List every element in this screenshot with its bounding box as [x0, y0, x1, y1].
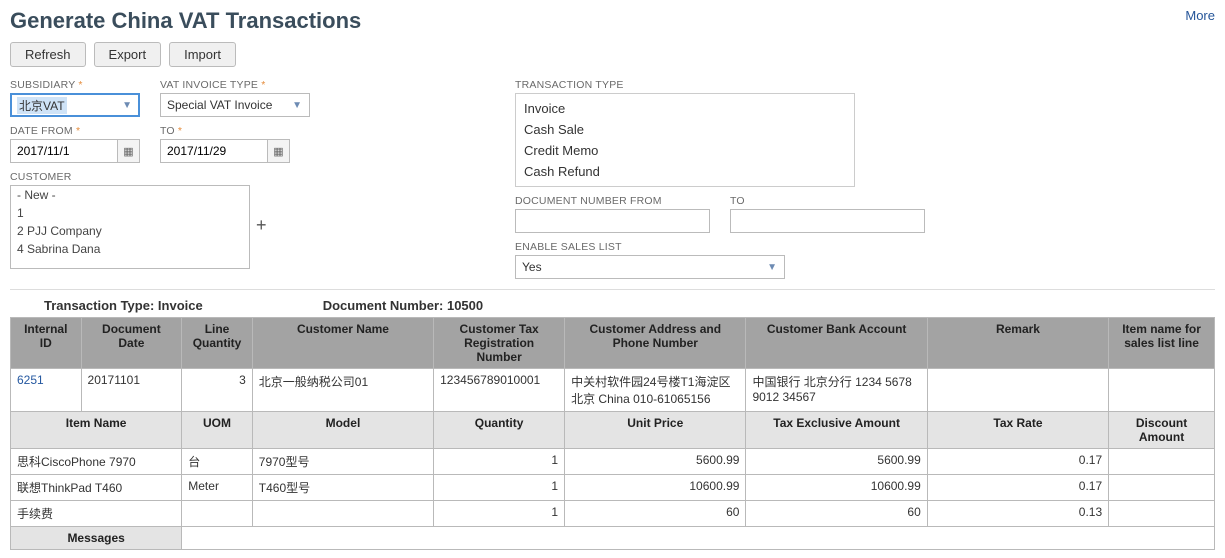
enable-sales-select[interactable]: Yes ▼	[515, 255, 785, 279]
chevron-down-icon: ▼	[119, 100, 135, 111]
subsidiary-select[interactable]: 北京VAT ▼	[10, 93, 140, 117]
plus-icon[interactable]: +	[256, 215, 267, 269]
cell-model: T460型号	[252, 475, 433, 501]
transactions-table: Internal ID Document Date Line Quantity …	[10, 317, 1215, 550]
date-to-label: TO	[160, 125, 290, 137]
cell-excl: 10600.99	[746, 475, 927, 501]
meta-tx-type-label: Transaction Type:	[44, 298, 154, 313]
cell-cust-bank: 中国银行 北京分行 1234 5678 9012 34567	[746, 369, 927, 412]
chevron-down-icon: ▼	[289, 100, 305, 111]
meta-doc-num-label: Document Number:	[323, 298, 444, 313]
cell-item-sales	[1109, 369, 1215, 412]
th-model: Model	[252, 412, 433, 449]
customer-label: CUSTOMER	[10, 171, 267, 183]
th-quantity: Quantity	[434, 412, 565, 449]
refresh-button[interactable]: Refresh	[10, 42, 86, 67]
item-row: 思科CiscoPhone 7970 台 7970型号 1 5600.99 560…	[11, 449, 1215, 475]
list-item[interactable]: Cash Refund	[516, 161, 854, 182]
th-doc-date: Document Date	[81, 318, 182, 369]
cell-messages	[182, 527, 1215, 550]
list-item[interactable]: Credit Memo	[516, 140, 854, 161]
cell-price: 5600.99	[565, 449, 746, 475]
cell-item-name: 思科CiscoPhone 7970	[11, 449, 182, 475]
transaction-type-label: TRANSACTION TYPE	[515, 79, 1215, 91]
import-button[interactable]: Import	[169, 42, 236, 67]
th-cust-name: Customer Name	[252, 318, 433, 369]
meta-row: Transaction Type: Invoice Document Numbe…	[10, 296, 1215, 317]
cell-disc	[1109, 475, 1215, 501]
date-from-label: DATE FROM	[10, 125, 140, 137]
cell-doc-date: 20171101	[81, 369, 182, 412]
export-button[interactable]: Export	[94, 42, 162, 67]
cell-disc	[1109, 449, 1215, 475]
cell-price: 10600.99	[565, 475, 746, 501]
th-line-qty: Line Quantity	[182, 318, 253, 369]
list-item[interactable]: 2 PJJ Company	[11, 222, 249, 240]
item-row: 联想ThinkPad T460 Meter T460型号 1 10600.99 …	[11, 475, 1215, 501]
cell-uom: 台	[182, 449, 253, 475]
more-link[interactable]: More	[1185, 8, 1215, 23]
vat-invoice-type-label: VAT INVOICE TYPE	[160, 79, 310, 91]
vat-invoice-type-value: Special VAT Invoice	[167, 98, 272, 112]
th-item-name: Item Name	[11, 412, 182, 449]
th-tax-excl: Tax Exclusive Amount	[746, 412, 927, 449]
subsidiary-value: 北京VAT	[17, 97, 67, 114]
cell-excl: 5600.99	[746, 449, 927, 475]
th-cust-bank: Customer Bank Account	[746, 318, 927, 369]
cell-uom: Meter	[182, 475, 253, 501]
list-item[interactable]: Invoice	[516, 98, 854, 119]
cell-remark	[927, 369, 1108, 412]
internal-id-link[interactable]: 6251	[17, 373, 44, 387]
cell-cust-addr: 中关村软件园24号楼T1海淀区北京 China 010-61065156	[565, 369, 746, 412]
list-item[interactable]: 4 Sabrina Dana	[11, 240, 249, 258]
cell-item-name: 联想ThinkPad T460	[11, 475, 182, 501]
cell-model: 7970型号	[252, 449, 433, 475]
meta-tx-type-value: Invoice	[158, 298, 203, 313]
enable-sales-value: Yes	[522, 260, 542, 274]
cell-cust-name: 北京一般纳税公司01	[252, 369, 433, 412]
customer-listbox[interactable]: - New - 1 2 PJJ Company 4 Sabrina Dana	[10, 185, 250, 269]
date-to-input[interactable]	[160, 139, 268, 163]
th-cust-tax: Customer Tax Registration Number	[434, 318, 565, 369]
chevron-down-icon: ▼	[764, 262, 780, 273]
vat-invoice-type-select[interactable]: Special VAT Invoice ▼	[160, 93, 310, 117]
doc-to-label: TO	[730, 195, 925, 207]
th-uom: UOM	[182, 412, 253, 449]
doc-from-label: DOCUMENT NUMBER FROM	[515, 195, 710, 207]
cell-qty: 1	[434, 475, 565, 501]
page-title: Generate China VAT Transactions	[10, 8, 361, 34]
th-internal-id: Internal ID	[11, 318, 82, 369]
calendar-icon[interactable]: ▦	[268, 139, 290, 163]
th-discount: Discount Amount	[1109, 412, 1215, 449]
doc-from-input[interactable]	[515, 209, 710, 233]
th-tax-rate: Tax Rate	[927, 412, 1108, 449]
cell-qty: 1	[434, 449, 565, 475]
calendar-icon[interactable]: ▦	[118, 139, 140, 163]
cell-cust-tax: 123456789010001	[434, 369, 565, 412]
th-messages: Messages	[11, 527, 182, 550]
th-remark: Remark	[927, 318, 1108, 369]
list-item[interactable]: - New -	[11, 186, 249, 204]
date-from-input[interactable]	[10, 139, 118, 163]
transaction-type-listbox[interactable]: Invoice Cash Sale Credit Memo Cash Refun…	[515, 93, 855, 187]
doc-to-input[interactable]	[730, 209, 925, 233]
cell-rate: 0.17	[927, 449, 1108, 475]
th-cust-addr: Customer Address and Phone Number	[565, 318, 746, 369]
enable-sales-label: ENABLE SALES LIST	[515, 241, 785, 253]
subsidiary-label: SUBSIDIARY	[10, 79, 140, 91]
th-item-sales: Item name for sales list line	[1109, 318, 1215, 369]
table-row: 6251 20171101 3 北京一般纳税公司01 1234567890100…	[11, 369, 1215, 412]
list-item[interactable]: Cash Sale	[516, 119, 854, 140]
cell-line-qty: 3	[182, 369, 253, 412]
meta-doc-num-value: 10500	[447, 298, 483, 313]
cell-rate: 0.17	[927, 475, 1108, 501]
th-unit-price: Unit Price	[565, 412, 746, 449]
list-item[interactable]: 1	[11, 204, 249, 222]
